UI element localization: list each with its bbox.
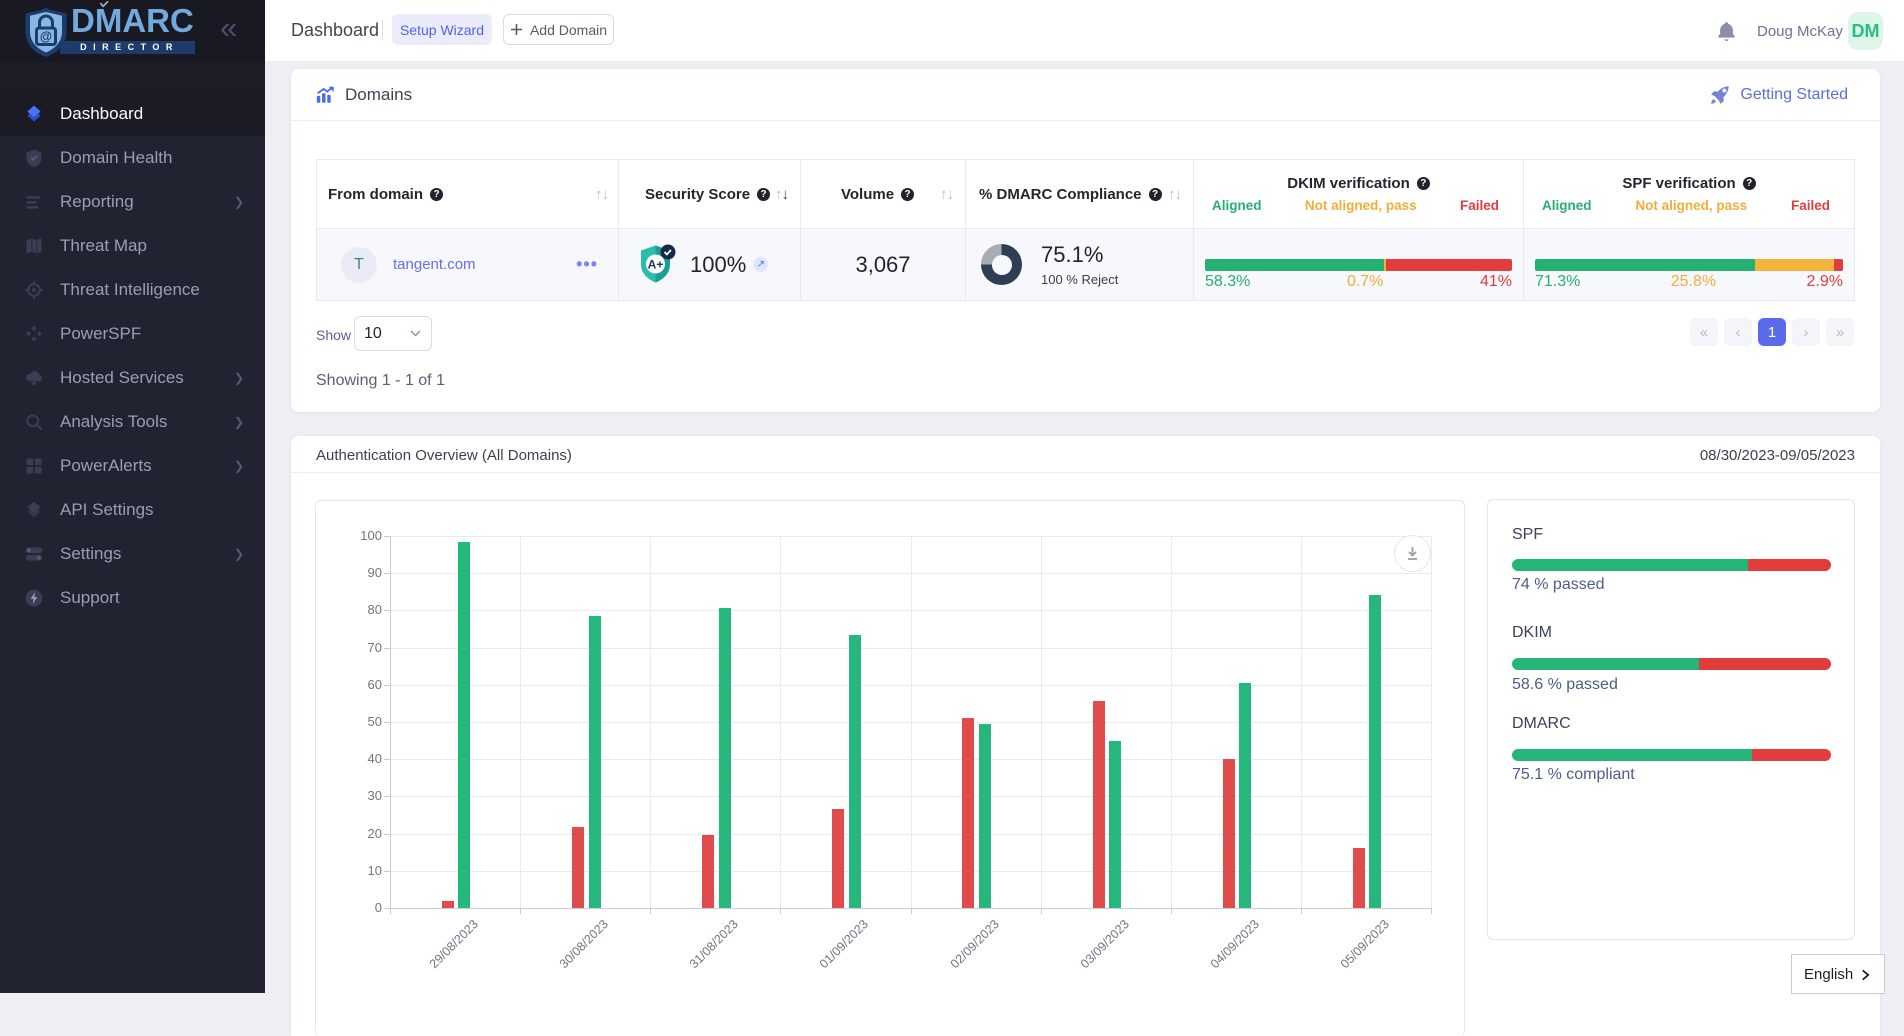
svg-text:A+: A+ — [648, 257, 664, 271]
svg-text:@: @ — [40, 30, 52, 44]
